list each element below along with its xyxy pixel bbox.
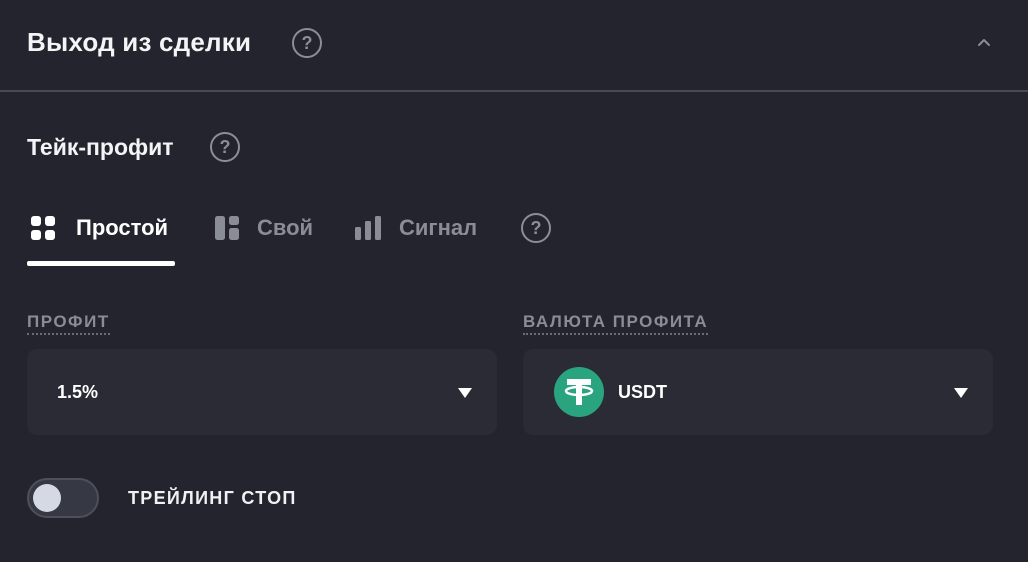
caret-down-icon: [458, 388, 472, 398]
divider: [0, 90, 1028, 92]
layout-blocks-icon: [215, 216, 239, 240]
grid-four-icon: [31, 216, 55, 240]
trailing-stop-toggle[interactable]: [27, 478, 99, 518]
profit-select[interactable]: 1.5%: [27, 349, 497, 435]
tab-simple[interactable]: Простой: [30, 208, 168, 248]
trailing-stop-label: ТРЕЙЛИНГ СТОП: [128, 488, 297, 508]
tab-signal[interactable]: Сигнал: [354, 208, 477, 248]
panel-header[interactable]: Выход из сделки ?: [0, 0, 1028, 91]
exit-trade-panel: Выход из сделки ? Тейк-профит ? Простой …: [0, 0, 1028, 562]
currency-value: USDT: [618, 381, 667, 402]
tab-label: Свой: [257, 215, 314, 240]
bar-chart-icon: [355, 216, 381, 240]
active-tab-indicator: [27, 261, 175, 266]
take-profit-title: Тейк-профит: [27, 134, 174, 160]
tab-label: Сигнал: [399, 215, 478, 240]
tab-label: Простой: [76, 215, 169, 240]
chevron-up-icon[interactable]: [974, 34, 994, 50]
panel-title: Выход из сделки: [27, 27, 252, 57]
question-circle-icon[interactable]: ?: [292, 28, 322, 58]
caret-down-icon: [954, 388, 968, 398]
tether-icon: [554, 367, 604, 417]
profit-value: 1.5%: [57, 381, 99, 402]
question-circle-icon[interactable]: ?: [210, 132, 240, 162]
toggle-knob: [33, 484, 61, 512]
profit-label: ПРОФИТ: [27, 312, 110, 335]
profit-currency-label: ВАЛЮТА ПРОФИТА: [523, 312, 709, 335]
question-circle-icon[interactable]: ?: [521, 213, 551, 243]
profit-currency-select[interactable]: USDT: [523, 349, 993, 435]
tab-own[interactable]: Свой: [214, 208, 313, 248]
